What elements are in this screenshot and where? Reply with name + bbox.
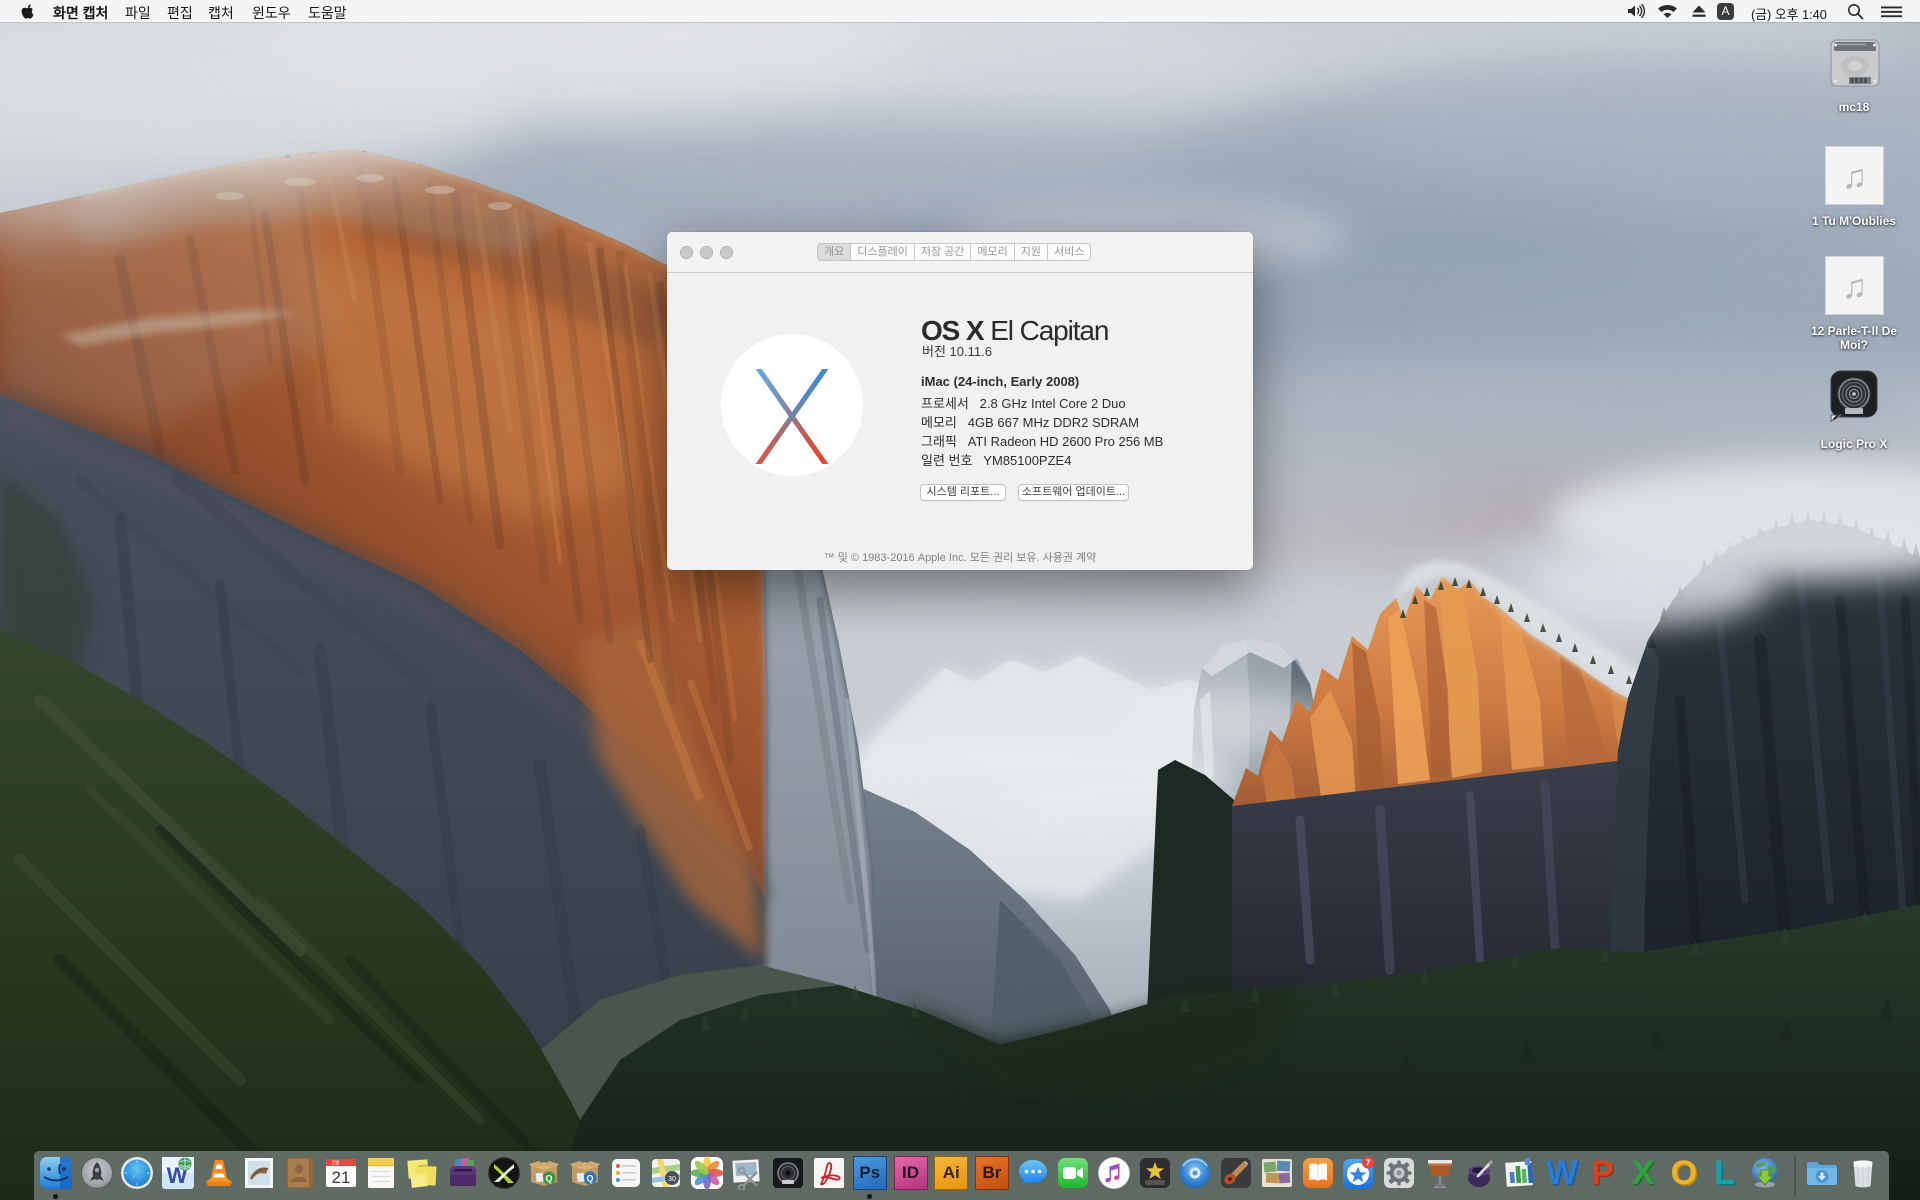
svg-text:21: 21	[331, 1168, 350, 1187]
svg-text:30: 30	[668, 1176, 676, 1183]
svg-text:Q: Q	[586, 1173, 593, 1183]
svg-text:Q: Q	[546, 1173, 553, 1183]
svg-text:7: 7	[1366, 1157, 1371, 1167]
svg-text:2월: 2월	[332, 1159, 340, 1166]
svg-text:mema: mema	[418, 1163, 428, 1168]
